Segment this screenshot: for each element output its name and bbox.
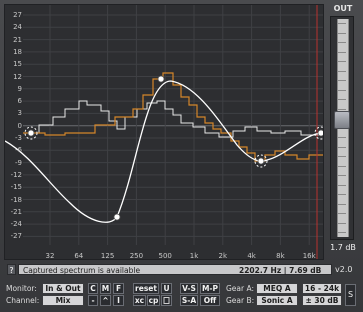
db-range-select[interactable]: ± 30 dB — [302, 295, 342, 306]
meter-tick — [338, 42, 346, 43]
i-button[interactable]: I — [113, 295, 124, 306]
paste-button[interactable] — [161, 295, 172, 306]
c-button[interactable]: C — [88, 283, 98, 294]
meter-tick — [338, 222, 346, 224]
db-tick-label: -21 — [10, 207, 22, 216]
frequency-range-select[interactable]: 16 - 24k — [302, 283, 342, 294]
meter-tick — [338, 175, 346, 176]
meter-tick — [338, 194, 346, 195]
meter-tick — [338, 32, 346, 34]
meter-tick — [338, 165, 346, 167]
meter-tick — [338, 213, 346, 214]
monitor-label: Monitor: — [6, 284, 37, 293]
db-tick-label: 21 — [13, 35, 22, 44]
band-node-2[interactable] — [113, 213, 121, 221]
db-tick-label: 27 — [13, 11, 22, 19]
meter-tick — [338, 51, 346, 53]
db-tick-label: 0 — [17, 121, 22, 130]
spectrum-white-trace — [23, 100, 323, 138]
help-button[interactable]: ? — [7, 264, 16, 275]
db-tick-label: -18 — [10, 195, 22, 204]
meter-tick — [338, 89, 346, 91]
meter-tick — [338, 80, 346, 81]
frequency-tick-label: 32 — [45, 252, 55, 260]
xc-button[interactable]: xc — [133, 295, 146, 306]
db-tick-label: 18 — [13, 47, 22, 56]
plugin-window: 27 24 21 18 15 12 9 6 3 0 -3 -6 -9 -12 -15 -18 -21 -24 -27… — [0, 0, 363, 312]
frequency-tick-label: 1k — [189, 252, 199, 260]
cp-button[interactable]: cp — [147, 295, 160, 306]
meter-tick — [338, 203, 346, 205]
channel-label: Channel: — [6, 296, 40, 305]
frequency-tick-label: 4k — [247, 252, 256, 260]
db-tick-label: 3 — [17, 109, 22, 118]
db-tick-label: -15 — [10, 183, 22, 192]
gear-a-label: Gear A: — [226, 284, 255, 293]
band-node-4[interactable] — [257, 157, 265, 165]
frequency-tick-label: 8k — [276, 252, 285, 260]
caret-button[interactable]: ^ — [100, 295, 111, 306]
meter-tick — [338, 108, 346, 110]
db-tick-label: -24 — [10, 220, 22, 229]
frequency-tick-label: 125 — [100, 252, 115, 260]
mp-button[interactable]: M-P — [200, 283, 220, 294]
db-tick-label: 12 — [13, 72, 22, 81]
meter-tick — [338, 23, 346, 24]
db-tick-label: -9 — [15, 158, 22, 167]
frequency-tick-label: 64 — [74, 252, 84, 260]
channel-select[interactable]: Mix — [42, 295, 84, 306]
meter-title: OUT — [333, 4, 353, 13]
version-label: v2.0 — [335, 265, 353, 274]
band-node-3[interactable] — [157, 75, 165, 83]
minus-button[interactable]: - — [88, 295, 98, 306]
band-node-1[interactable] — [27, 129, 35, 137]
reset-button[interactable]: reset — [133, 283, 159, 294]
output-meter[interactable] — [330, 16, 354, 240]
db-tick-label: -3 — [15, 134, 22, 142]
f-button[interactable]: F — [113, 283, 124, 294]
sa-button[interactable]: S-A — [180, 295, 198, 306]
db-tick-label: 6 — [17, 97, 22, 106]
vs-button[interactable]: V-S — [180, 283, 198, 294]
cursor-readout: 2202.7 Hz | 7.69 dB — [239, 266, 322, 275]
band-node-5[interactable] — [317, 129, 323, 137]
spectrum-orange-trace — [23, 72, 323, 162]
monitor-select[interactable]: In & Out — [42, 283, 84, 294]
db-tick-label: 9 — [17, 84, 22, 93]
band-nodes[interactable] — [24, 75, 323, 221]
meter-tick — [338, 184, 346, 186]
db-tick-label: 24 — [13, 23, 22, 32]
u-button[interactable]: U — [161, 283, 172, 294]
meter-tick — [338, 146, 346, 148]
meter-tick — [338, 137, 346, 138]
frequency-tick-label: 500 — [158, 252, 172, 260]
db-tick-label: -27 — [10, 232, 22, 241]
status-field: Captured spectrum is available 2202.7 Hz… — [18, 264, 332, 275]
m-button[interactable]: M — [100, 283, 111, 294]
db-tick-label: 15 — [13, 60, 22, 69]
db-tick-label: -12 — [10, 170, 22, 179]
gear-b-label: Gear B: — [226, 296, 255, 305]
db-tick-label: -6 — [15, 146, 22, 155]
gear-b-select[interactable]: Sonic A — [256, 295, 298, 306]
status-message: Captured spectrum is available — [23, 266, 141, 275]
frequency-tick-label: 250 — [129, 252, 144, 260]
eq-graph[interactable] — [5, 5, 323, 259]
paste-icon — [163, 297, 170, 304]
meter-tick — [338, 99, 346, 100]
eq-graph-panel[interactable]: 27 24 21 18 15 12 9 6 3 0 -3 -6 -9 -12 -15 -18 -21 -24 -27… — [4, 4, 324, 260]
status-bar: ? Captured spectrum is available 2202.7 … — [4, 264, 359, 276]
meter-tick — [338, 232, 346, 233]
output-gain-slider[interactable] — [334, 111, 350, 129]
s-button[interactable]: S — [345, 284, 356, 306]
gear-a-select[interactable]: MEQ A — [256, 283, 298, 294]
meter-tick — [338, 61, 346, 62]
grid — [23, 5, 323, 245]
meter-readout: 1.7 dB — [330, 243, 356, 252]
frequency-tick-label: 2k — [218, 252, 228, 260]
meter-tick — [338, 70, 346, 72]
frequency-tick-label: 16k — [302, 252, 316, 260]
off-button[interactable]: Off — [200, 295, 220, 306]
meter-tick — [338, 156, 346, 157]
